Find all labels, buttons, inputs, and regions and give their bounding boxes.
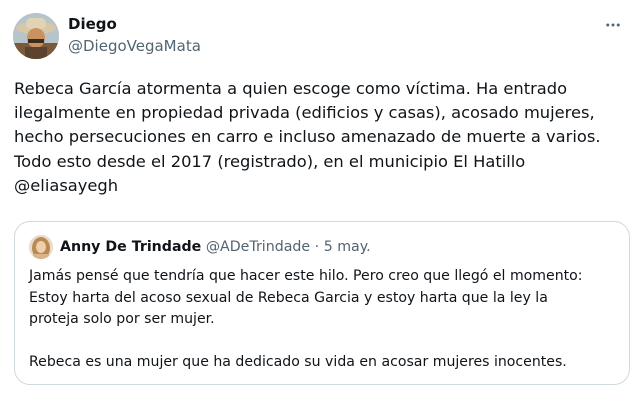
- tweet-text: Rebeca García atormenta a quien escoge c…: [14, 77, 626, 198]
- quoted-header: Anny De Trindade @ADeTrindade · 5 may.: [60, 237, 371, 257]
- quoted-text: Jamás pensé que tendría que hacer este h…: [29, 266, 621, 374]
- quoted-date: 5 may.: [323, 239, 371, 255]
- author-handle[interactable]: @DiegoVegaMata: [68, 36, 201, 56]
- quoted-line: proteja solo por ser mujer.: [29, 311, 215, 328]
- author-avatar[interactable]: [13, 13, 59, 59]
- tweet-line-mention: @eliasayegh: [14, 175, 119, 195]
- author-info: Diego @DiegoVegaMata: [68, 14, 201, 56]
- tweet-line: Todo esto desde el 2017 (registrado), en…: [14, 151, 526, 171]
- quoted-line: Estoy harta del acoso sexual de Rebeca G…: [29, 289, 548, 306]
- quoted-line: Rebeca es una mujer que ha dedicado su v…: [29, 354, 567, 371]
- tweet-card: Diego @DiegoVegaMata Rebeca García atorm…: [0, 0, 640, 401]
- quoted-author-avatar: [29, 235, 53, 259]
- quoted-handle: @ADeTrindade: [205, 239, 311, 255]
- quoted-display-name: Anny De Trindade: [60, 239, 202, 255]
- more-horizontal-icon[interactable]: [602, 14, 624, 36]
- tweet-line: ilegalmente en propiedad privada (edific…: [14, 103, 595, 123]
- quoted-tweet[interactable]: Anny De Trindade @ADeTrindade · 5 may. J…: [14, 221, 630, 385]
- quoted-separator: ·: [314, 239, 320, 255]
- author-display-name[interactable]: Diego: [68, 14, 201, 34]
- tweet-line: hecho persecuciones en carro e incluso a…: [14, 127, 601, 147]
- tweet-line: Rebeca García atormenta a quien escoge c…: [14, 79, 568, 98]
- quoted-line: Jamás pensé que tendría que hacer este h…: [29, 268, 583, 284]
- quoted-line-gap: [29, 331, 621, 353]
